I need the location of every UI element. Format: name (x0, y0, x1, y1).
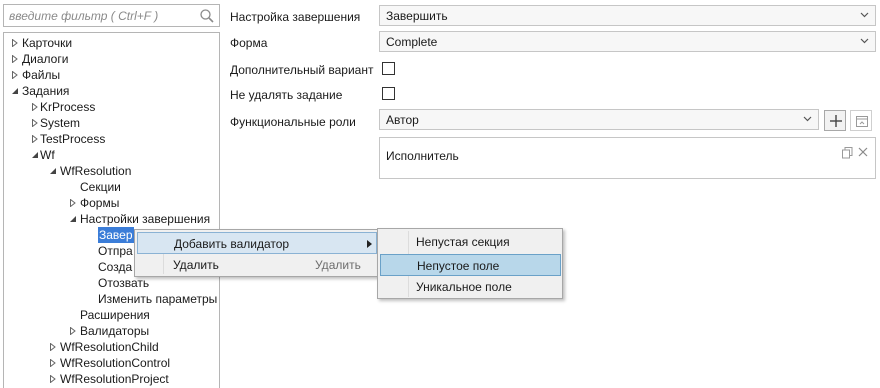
validator-submenu: Непустая секция Непустое поле Уникальное… (377, 228, 563, 299)
tree-node[interactable]: Диалоги (4, 51, 219, 67)
collapsed-arrow-icon[interactable] (68, 323, 78, 339)
form-label: Форма (230, 36, 268, 50)
chevron-down-icon (803, 116, 812, 122)
collapsed-arrow-icon[interactable] (10, 67, 20, 83)
expanded-arrow-icon[interactable] (68, 211, 78, 227)
roles-list: Исполнитель (379, 137, 876, 179)
tree-node-label: WfResolutionChild (60, 340, 159, 354)
submenu-item-nonempty-field[interactable]: Непустое поле (380, 254, 561, 276)
expanded-arrow-icon[interactable] (30, 147, 40, 163)
completion-setting-combo[interactable]: Завершить (379, 5, 876, 26)
menu-item-label: Добавить валидатор (174, 237, 290, 251)
search-icon[interactable] (199, 8, 215, 24)
tree-node-label: Изменить параметры (98, 292, 218, 306)
tree-node-label: WfResolutionProject (60, 372, 169, 386)
functional-roles-label: Функциональные роли (230, 115, 356, 129)
form-value: Complete (386, 35, 438, 49)
collapsed-arrow-icon[interactable] (48, 371, 58, 387)
tree-node-label: WfResolution (60, 164, 132, 178)
tree-node-label: Файлы (22, 68, 61, 82)
tree-node[interactable]: Отозвать (4, 275, 219, 291)
chevron-down-icon (860, 38, 869, 44)
tree-node[interactable]: TestProcess (4, 131, 219, 147)
submenu-item-unique-field[interactable]: Уникальное поле (380, 276, 561, 298)
menu-item-delete[interactable]: Удалить Удалить (137, 254, 377, 276)
tree-node[interactable]: Wf (4, 147, 219, 163)
metadata-tree: Карточки Диалоги Файлы Задания KrProcess Syst… (3, 32, 220, 388)
tree-node-label: Расширения (80, 308, 150, 322)
dont-delete-task-label: Не удалять задание (230, 88, 343, 102)
tree-node-label: Созда (98, 260, 133, 274)
tree-node[interactable]: System (4, 115, 219, 131)
tree-node-label: WfResolutionControl (60, 356, 171, 370)
additional-option-checkbox[interactable] (382, 62, 395, 75)
collapsed-arrow-icon[interactable] (30, 131, 40, 147)
collapsed-arrow-icon[interactable] (10, 51, 20, 67)
menu-item-label: Удалить (173, 258, 219, 272)
tree-node[interactable]: Расширения (4, 307, 219, 323)
filter-placeholder: введите фильтр ( Ctrl+F ) (9, 9, 159, 23)
submenu-item-label: Непустое поле (417, 259, 500, 273)
completion-setting-value: Завершить (386, 9, 448, 23)
collapsed-arrow-icon[interactable] (48, 339, 58, 355)
tree-node-label: Завер (98, 227, 134, 243)
tree-node[interactable]: Карточки (4, 35, 219, 51)
close-icon[interactable] (858, 147, 868, 157)
plus-icon (830, 115, 842, 127)
tree-node[interactable]: WfResolution (4, 163, 219, 179)
dont-delete-task-checkbox[interactable] (382, 87, 395, 100)
tree-node[interactable]: Задания (4, 83, 219, 99)
tree-node[interactable]: Формы (4, 195, 219, 211)
tree-node[interactable]: WfResolutionProject (4, 371, 219, 387)
tree-node-label: System (40, 116, 81, 130)
tree-node[interactable]: Настройки завершения (4, 211, 219, 227)
tree-node-label: Отозвать (98, 276, 150, 290)
expanded-arrow-icon[interactable] (48, 163, 58, 179)
open-role-button[interactable] (850, 110, 872, 131)
submenu-item-nonempty-section[interactable]: Непустая секция (380, 231, 561, 253)
submenu-arrow-icon (367, 240, 372, 248)
tree-node-label: Задания (22, 84, 70, 98)
additional-option-label: Дополнительный вариант (230, 63, 374, 77)
menu-item-add-validator[interactable]: Добавить валидатор (137, 232, 377, 254)
tree-node-label: KrProcess (40, 100, 96, 114)
collapsed-arrow-icon[interactable] (48, 355, 58, 371)
tree-node[interactable]: Файлы (4, 67, 219, 83)
tree-node-label: TestProcess (40, 132, 106, 146)
tree-node-label: Wf (40, 148, 55, 162)
tree-node-label: Валидаторы (80, 324, 150, 338)
tree-node[interactable]: Валидаторы (4, 323, 219, 339)
tree-node-label: Карточки (22, 36, 73, 50)
collapsed-arrow-icon[interactable] (30, 115, 40, 131)
tree-node[interactable]: WfResolutionControl (4, 355, 219, 371)
filter-input[interactable]: введите фильтр ( Ctrl+F ) (3, 4, 220, 27)
chevron-down-icon (860, 12, 869, 18)
add-role-button[interactable] (824, 110, 846, 131)
tree-node[interactable]: WfResolutionChild (4, 339, 219, 355)
expanded-arrow-icon[interactable] (10, 83, 20, 99)
tree-node[interactable]: Секции (4, 179, 219, 195)
left-pane: введите фильтр ( Ctrl+F ) Карточки Диалог… (0, 0, 222, 388)
copy-icon[interactable] (842, 147, 853, 159)
functional-roles-value: Автор (386, 113, 419, 127)
tree-node-label: Секции (80, 180, 121, 194)
tree-node-label: Диалоги (22, 52, 69, 66)
tree-node[interactable]: KrProcess (4, 99, 219, 115)
completion-setting-label: Настройка завершения (230, 10, 361, 24)
context-menu: Добавить валидатор Удалить Удалить (134, 229, 380, 277)
collapsed-arrow-icon[interactable] (30, 99, 40, 115)
tree-node-label: Настройки завершения (80, 212, 211, 226)
functional-roles-combo[interactable]: Автор (379, 109, 819, 130)
menu-item-gesture: Удалить (315, 258, 361, 272)
tree-node-label: Отпра (98, 244, 133, 258)
submenu-item-label: Уникальное поле (416, 280, 512, 294)
collapsed-arrow-icon[interactable] (10, 35, 20, 51)
tree-node-label: Формы (80, 196, 120, 210)
collapsed-arrow-icon[interactable] (68, 195, 78, 211)
open-window-icon (856, 116, 868, 127)
role-item: Исполнитель (386, 149, 459, 163)
form-combo[interactable]: Complete (379, 31, 876, 52)
tree-node[interactable]: Изменить параметры (4, 291, 219, 307)
submenu-item-label: Непустая секция (416, 235, 510, 249)
